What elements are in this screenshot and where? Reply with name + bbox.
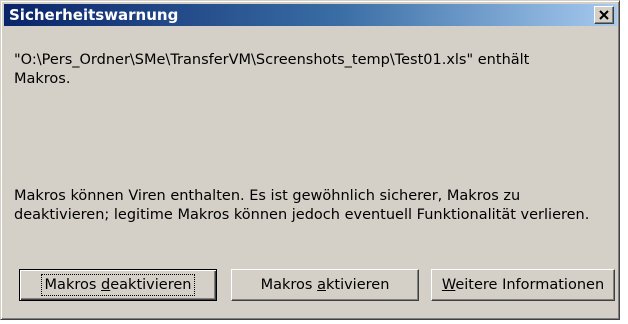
security-warning-dialog: Sicherheitswarnung "O:\Pers_Ordner\SMe\T… xyxy=(0,0,620,320)
disable-macros-label: Makros deaktivieren xyxy=(40,274,196,296)
disable-macros-button[interactable]: Makros deaktivieren xyxy=(19,269,217,301)
more-information-button[interactable]: Weitere Informationen xyxy=(431,269,615,301)
close-icon xyxy=(599,10,609,20)
enable-macros-label: Makros aktivieren xyxy=(260,277,390,293)
window-title: Sicherheitswarnung xyxy=(9,6,179,24)
more-information-label: Weitere Informationen xyxy=(441,277,605,293)
close-button[interactable] xyxy=(594,6,614,24)
title-bar[interactable]: Sicherheitswarnung xyxy=(4,4,617,26)
enable-macros-button[interactable]: Makros aktivieren xyxy=(231,269,419,301)
macro-warning-message: Makros können Viren enthalten. Es ist ge… xyxy=(14,188,590,223)
file-path-message: "O:\Pers_Ordner\SMe\TransferVM\Screensho… xyxy=(14,52,530,87)
